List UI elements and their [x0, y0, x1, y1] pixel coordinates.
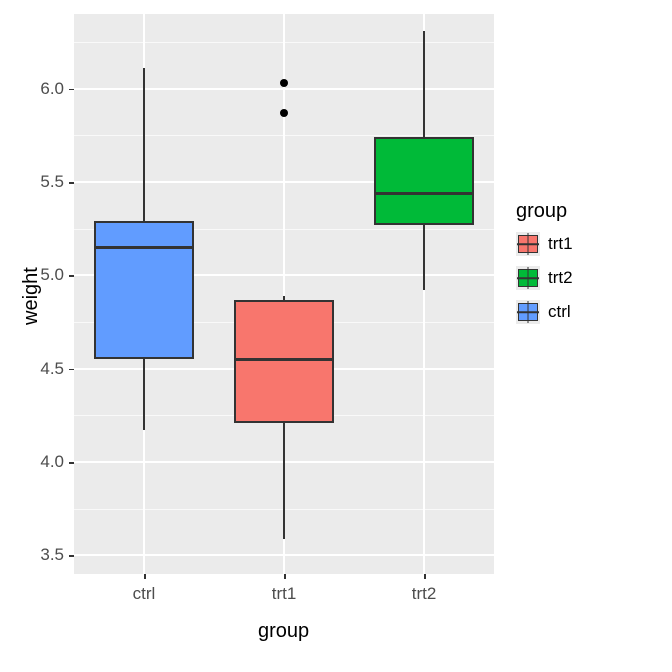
y-tick-mark [69, 275, 74, 277]
legend-key [516, 266, 540, 290]
x-tick-label: trt1 [264, 584, 304, 604]
chart-stage: weight group group 3.54.04.55.05.56.0ctr… [0, 0, 672, 672]
box-ctrl [94, 221, 195, 359]
legend-key [516, 232, 540, 256]
median-line [94, 246, 195, 249]
x-tick-mark [424, 574, 426, 579]
whisker-upper [143, 68, 145, 221]
legend-key-box [518, 235, 538, 253]
legend-label: ctrl [548, 302, 571, 322]
legend-title: group [516, 200, 567, 223]
y-tick-label: 5.5 [40, 172, 64, 192]
y-tick-label: 4.5 [40, 359, 64, 379]
whisker-lower [143, 359, 145, 430]
x-tick-mark [144, 574, 146, 579]
outlier-point [280, 109, 288, 117]
y-tick-mark [69, 369, 74, 371]
legend-label: trt1 [548, 234, 573, 254]
whisker-upper [423, 31, 425, 137]
whisker-lower [283, 423, 285, 539]
y-tick-mark [69, 89, 74, 91]
y-tick-label: 3.5 [40, 545, 64, 565]
legend-item-trt2: trt2 [516, 266, 573, 290]
box-trt2 [374, 137, 475, 225]
x-tick-label: ctrl [124, 584, 164, 604]
median-line [374, 192, 475, 195]
whisker-lower [423, 225, 425, 290]
legend-key-box [518, 303, 538, 321]
median-line [234, 358, 335, 361]
box-trt1 [234, 300, 335, 423]
x-axis-title: group [258, 620, 309, 643]
x-tick-label: trt2 [404, 584, 444, 604]
legend-item-ctrl: ctrl [516, 300, 571, 324]
outlier-point [280, 79, 288, 87]
legend-key [516, 300, 540, 324]
legend-item-trt1: trt1 [516, 232, 573, 256]
legend-key-box [518, 269, 538, 287]
y-tick-mark [69, 182, 74, 184]
y-tick-mark [69, 462, 74, 464]
legend-label: trt2 [548, 268, 573, 288]
y-tick-label: 4.0 [40, 452, 64, 472]
y-tick-mark [69, 555, 74, 557]
x-tick-mark [284, 574, 286, 579]
y-tick-label: 6.0 [40, 79, 64, 99]
y-tick-label: 5.0 [40, 265, 64, 285]
